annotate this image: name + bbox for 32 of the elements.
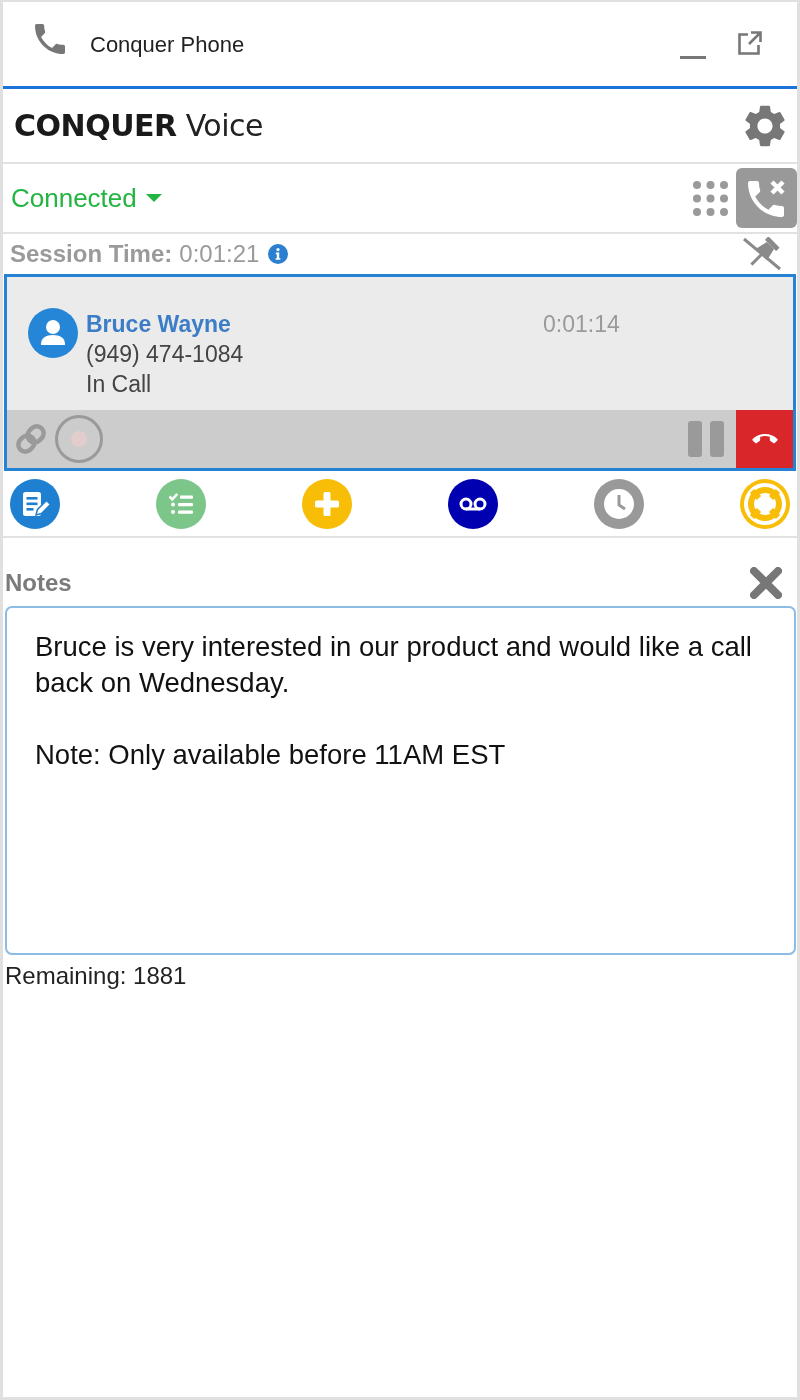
remaining-count: Remaining: 1881	[4, 961, 187, 991]
notes-field[interactable]: Bruce is very interested in our product and would like a call back on Wednesday. Note: Only available before 11AM EST	[5, 606, 796, 955]
close-icon[interactable]	[750, 567, 782, 599]
caller-name[interactable]: Bruce Wayne	[86, 309, 231, 339]
call-card[interactable]: Bruce Wayne (949) 474-1084 In Call 0:01:14	[4, 274, 796, 471]
session-time-label: Session Time:	[10, 240, 173, 268]
popout-icon[interactable]	[737, 30, 763, 56]
record-icon[interactable]	[55, 415, 103, 463]
dialpad-icon[interactable]	[693, 180, 728, 216]
phone-cancel-button[interactable]	[736, 168, 797, 228]
voicemail-icon[interactable]	[448, 478, 498, 529]
caller-number: (949) 474-1084	[86, 340, 244, 369]
phone-icon	[35, 24, 65, 54]
brand-logo: CONQUER Voice	[14, 108, 263, 143]
pin-off-icon[interactable]	[741, 237, 783, 271]
checklist-icon[interactable]	[156, 478, 206, 529]
info-icon[interactable]	[268, 244, 289, 264]
session-time-value: 0:01:21	[179, 240, 260, 268]
window-title: Conquer Phone	[90, 32, 245, 58]
minimize-icon[interactable]	[680, 55, 706, 59]
hang-up-button[interactable]	[736, 410, 793, 468]
clock-icon[interactable]	[594, 478, 644, 529]
phone-x-icon	[747, 179, 786, 217]
caret-icon	[145, 194, 162, 202]
notes-title: Notes	[5, 569, 72, 597]
avatar-icon	[28, 308, 78, 358]
pause-icon[interactable]	[688, 421, 724, 457]
notes-icon[interactable]	[10, 478, 60, 529]
call-state: In Call	[86, 370, 152, 399]
settings-icon[interactable]	[745, 104, 785, 147]
call-duration: 0:01:14	[543, 310, 620, 339]
phone-down-icon	[751, 434, 778, 444]
